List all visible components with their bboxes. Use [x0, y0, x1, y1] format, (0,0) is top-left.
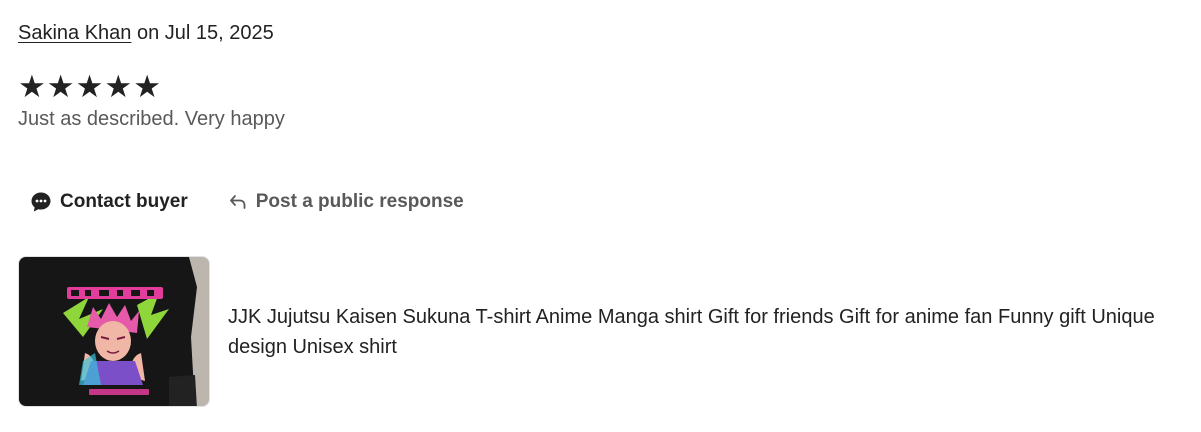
reply-arrow-icon [228, 192, 248, 212]
reviewer-name-link[interactable]: Sakina Khan [18, 22, 131, 44]
contact-buyer-button[interactable]: Contact buyer [18, 182, 200, 222]
star-icon: ★ [46, 69, 75, 104]
review-header: Sakina Khan on Jul 15, 2025 [18, 22, 274, 45]
review-date: on Jul 15, 2025 [131, 22, 274, 44]
listing-thumbnail[interactable] [18, 256, 210, 407]
star-icon: ★ [18, 69, 46, 104]
tshirt-image [19, 257, 209, 406]
star-icon: ★ [75, 69, 104, 104]
star-icon: ★ [104, 69, 133, 104]
post-public-response-button[interactable]: Post a public response [216, 182, 476, 222]
star-icon: ★ [133, 69, 161, 104]
review-text: Just as described. Very happy [18, 108, 285, 130]
review-actions: Contact buyer Post a public response [18, 182, 476, 222]
contact-buyer-label: Contact buyer [60, 191, 188, 212]
listing-title-link[interactable]: JJK Jujutsu Kaisen Sukuna T-shirt Anime … [228, 302, 1200, 362]
listing-item: JJK Jujutsu Kaisen Sukuna T-shirt Anime … [18, 256, 1200, 407]
star-rating: ★ ★ ★ ★ ★ [18, 70, 161, 104]
chat-bubble-icon [30, 191, 52, 213]
post-public-response-label: Post a public response [255, 191, 464, 212]
